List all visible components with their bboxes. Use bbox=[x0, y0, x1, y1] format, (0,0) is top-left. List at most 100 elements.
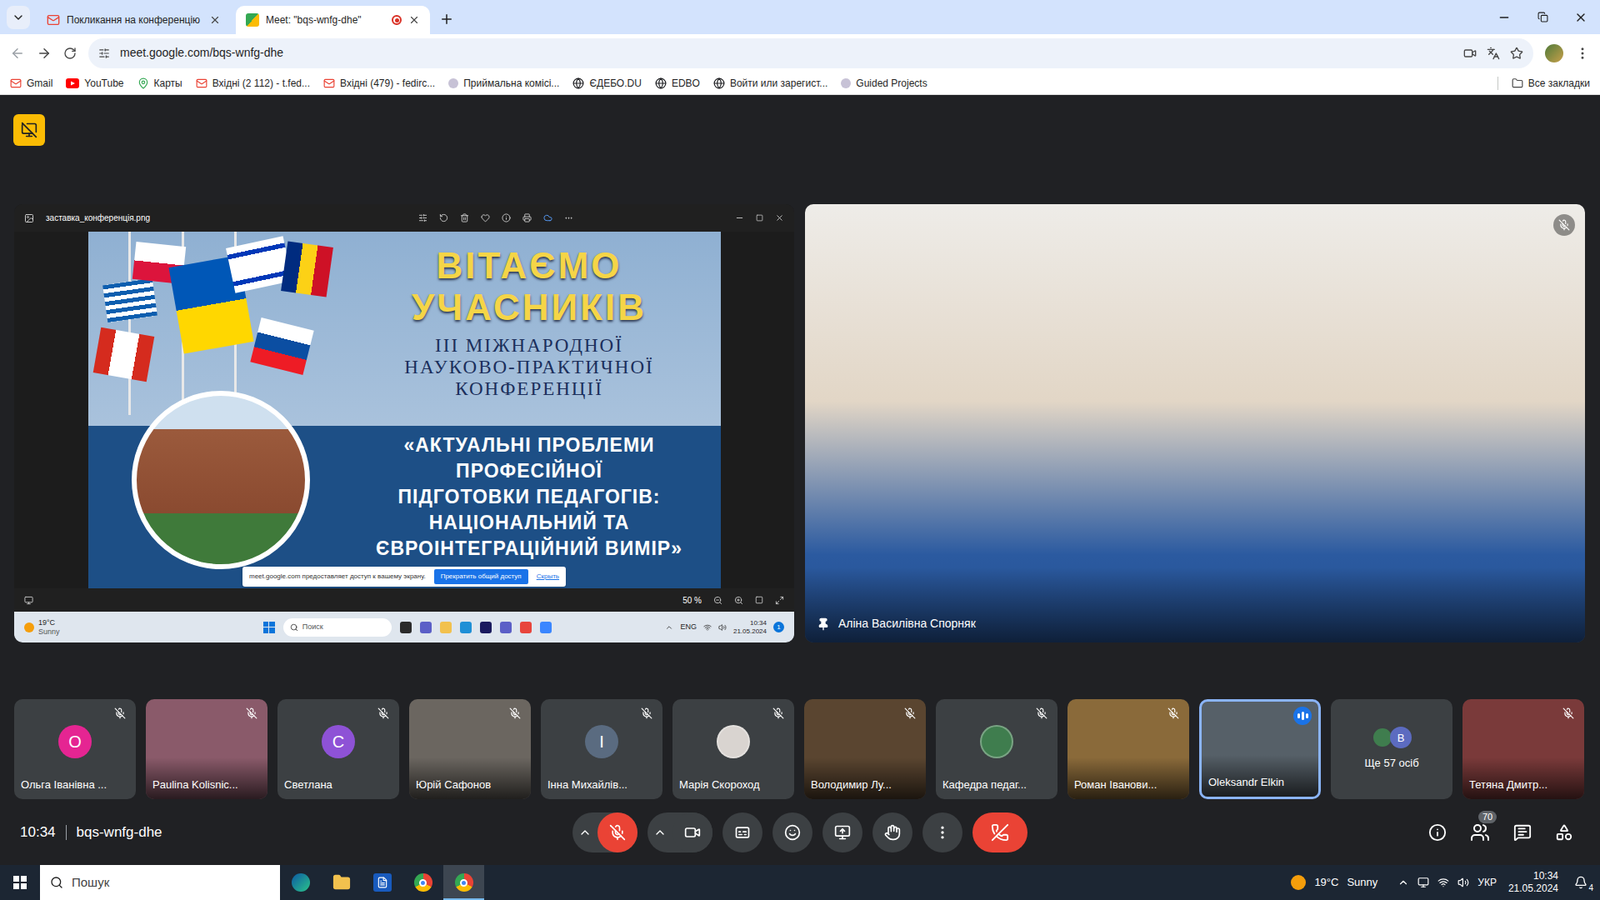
raise-hand-button[interactable] bbox=[872, 812, 913, 853]
shared-taskbar-app[interactable] bbox=[480, 621, 492, 634]
taskbar-app[interactable] bbox=[443, 865, 485, 900]
browser-tab[interactable]: Покликання на конференцію bbox=[36, 5, 231, 35]
participant-tile[interactable]: Тетяна Дмитр... bbox=[1462, 699, 1585, 800]
zoom-in-icon[interactable] bbox=[734, 595, 744, 605]
minimize-icon[interactable] bbox=[735, 213, 745, 223]
shared-taskbar-app[interactable] bbox=[420, 621, 432, 634]
bookmark[interactable]: Вхідні (2 112) - t.fed... bbox=[195, 75, 310, 91]
pin-icon[interactable] bbox=[816, 617, 830, 631]
more-icon[interactable] bbox=[564, 213, 574, 223]
notifications-button[interactable]: 4 bbox=[1570, 871, 1592, 894]
participant-tile[interactable]: BЩе 57 осіб bbox=[1330, 699, 1453, 800]
present-button[interactable] bbox=[822, 812, 863, 853]
participant-tile[interactable]: Марія Скороход bbox=[672, 699, 795, 800]
participant-tile[interactable]: Paulina Kolisnic... bbox=[145, 699, 268, 800]
banner-theme: ПІДГОТОВКИ ПЕДАГОГІВ: bbox=[397, 484, 660, 510]
participant-tile[interactable]: ССветлана bbox=[277, 699, 400, 800]
profile-avatar[interactable] bbox=[1545, 44, 1564, 63]
participant-tile[interactable]: Юрій Сафонов bbox=[409, 699, 531, 800]
translate-icon[interactable] bbox=[1486, 46, 1500, 60]
site-settings-icon[interactable] bbox=[98, 47, 110, 60]
tab-search-button[interactable] bbox=[6, 5, 30, 30]
fullscreen-icon[interactable] bbox=[775, 595, 785, 605]
filmstrip-icon[interactable] bbox=[24, 595, 34, 605]
start-button[interactable] bbox=[0, 865, 40, 900]
fit-icon[interactable] bbox=[755, 595, 764, 605]
bookmark[interactable]: Gmail bbox=[10, 75, 53, 91]
reload-icon[interactable] bbox=[63, 46, 77, 60]
presenting-indicator[interactable] bbox=[13, 114, 45, 146]
camera-control[interactable] bbox=[647, 812, 713, 853]
more-options-button[interactable] bbox=[922, 812, 963, 853]
edit-icon[interactable] bbox=[418, 213, 428, 223]
bookmark[interactable]: Карты bbox=[137, 75, 183, 91]
language-indicator[interactable]: УКР bbox=[1477, 875, 1497, 890]
leave-call-button[interactable] bbox=[972, 812, 1028, 853]
wifi-icon bbox=[1437, 876, 1450, 889]
participant-tile[interactable]: Роман Іванови... bbox=[1067, 699, 1190, 800]
forward-icon[interactable] bbox=[36, 45, 52, 61]
bookmark[interactable]: Вхідні (479) - fedirc... bbox=[323, 75, 435, 91]
taskbar-app[interactable] bbox=[320, 865, 362, 900]
chat-icon[interactable] bbox=[1513, 823, 1532, 842]
zoom-out-icon[interactable] bbox=[713, 595, 723, 605]
maximize-icon[interactable] bbox=[755, 214, 764, 222]
back-icon[interactable] bbox=[10, 45, 25, 61]
address-bar[interactable]: meet.google.com/bqs-wnfg-dhe bbox=[88, 38, 1534, 69]
shared-taskbar-app[interactable] bbox=[440, 621, 452, 634]
minimize-button[interactable] bbox=[1485, 0, 1524, 35]
meeting-details-icon[interactable] bbox=[1428, 823, 1447, 842]
new-tab-button[interactable] bbox=[435, 7, 459, 31]
taskbar-app[interactable] bbox=[361, 865, 403, 900]
shared-taskbar-app[interactable] bbox=[500, 621, 512, 634]
menu-icon[interactable] bbox=[1575, 45, 1590, 61]
delete-icon[interactable] bbox=[460, 213, 470, 223]
participant-name: Юрій Сафонов bbox=[415, 776, 491, 794]
close-tab-icon[interactable] bbox=[209, 14, 221, 26]
stop-sharing-button[interactable]: Прекратить общий доступ bbox=[434, 569, 529, 585]
clock[interactable]: 10:3421.05.2024 bbox=[1505, 870, 1562, 895]
bookmark[interactable]: Войти или зарегист... bbox=[713, 75, 828, 91]
print-icon[interactable] bbox=[522, 213, 532, 223]
hide-link[interactable]: Скрыть bbox=[536, 571, 560, 582]
participant-tile[interactable]: Oleksandr Elkin bbox=[1199, 699, 1321, 800]
bookmark[interactable]: ЄДЕБО.DU bbox=[572, 75, 642, 91]
shared-taskbar-app[interactable] bbox=[520, 621, 532, 634]
bookmark-star-icon[interactable] bbox=[1510, 46, 1524, 60]
rotate-icon[interactable] bbox=[439, 213, 449, 223]
windows-logo-icon[interactable] bbox=[263, 621, 275, 634]
taskbar-app[interactable] bbox=[402, 865, 444, 900]
people-button[interactable]: 70 bbox=[1470, 822, 1490, 843]
mic-control[interactable] bbox=[572, 812, 638, 853]
bookmark[interactable]: Guided Projects bbox=[840, 75, 927, 91]
banner-theme: НАЦІОНАЛЬНИЙ ТА bbox=[429, 510, 630, 536]
close-tab-icon[interactable] bbox=[408, 14, 420, 26]
shared-taskbar-app[interactable] bbox=[460, 621, 472, 634]
participant-tile[interactable]: ООльга Іванівна ... bbox=[14, 699, 136, 800]
participant-tile[interactable]: Кафедра педаг... bbox=[935, 699, 1058, 800]
captions-button[interactable] bbox=[722, 812, 763, 853]
close-icon[interactable] bbox=[775, 213, 785, 223]
browser-tab[interactable]: Meet: "bqs-wnfg-dhe" bbox=[235, 5, 430, 35]
info-icon[interactable] bbox=[501, 213, 511, 223]
activities-icon[interactable] bbox=[1555, 823, 1574, 842]
shared-taskbar-app[interactable] bbox=[540, 621, 552, 634]
reactions-button[interactable] bbox=[772, 812, 813, 853]
restore-button[interactable] bbox=[1523, 0, 1562, 35]
favorite-icon[interactable] bbox=[480, 213, 490, 223]
cloud-icon[interactable] bbox=[543, 213, 553, 223]
bookmark[interactable]: Приймальна комісі... bbox=[448, 75, 560, 91]
chevron-up-icon[interactable] bbox=[578, 825, 592, 840]
participant-tile[interactable]: Володимир Лу... bbox=[804, 699, 926, 800]
shared-taskbar-app[interactable] bbox=[400, 621, 412, 634]
bookmark[interactable]: YouTube bbox=[65, 75, 124, 91]
chevron-up-icon[interactable] bbox=[653, 825, 667, 840]
tray-icon[interactable] bbox=[1397, 876, 1410, 889]
all-bookmarks[interactable]: Все закладки bbox=[1511, 75, 1590, 91]
participant-tile[interactable]: ІІнна Михайлів... bbox=[540, 699, 663, 800]
taskbar-app[interactable] bbox=[280, 865, 321, 900]
taskbar-search[interactable]: Пошук bbox=[40, 865, 280, 900]
shared-search-box[interactable]: Поиск bbox=[283, 618, 392, 637]
close-button[interactable] bbox=[1561, 0, 1600, 35]
bookmark[interactable]: EDBO bbox=[655, 75, 700, 91]
